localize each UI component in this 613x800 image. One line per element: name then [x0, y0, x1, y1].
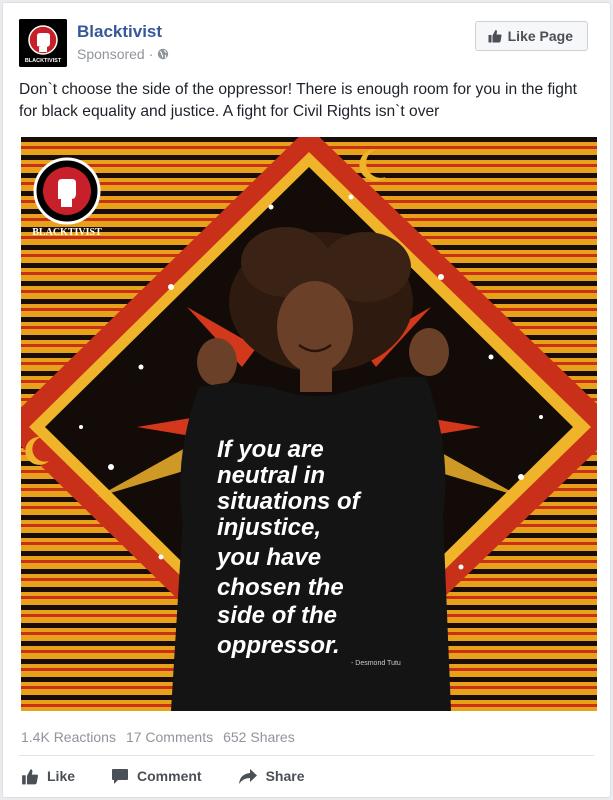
share-icon	[238, 768, 257, 784]
like-page-label: Like Page	[507, 28, 573, 44]
share-label: Share	[265, 768, 305, 784]
shirt-line-3: situations of	[217, 488, 362, 515]
sponsored-label[interactable]: Sponsored	[77, 46, 145, 62]
divider	[19, 755, 594, 756]
watermark-text: BLACKTIVIST	[32, 227, 102, 238]
thumbs-up-icon	[488, 30, 502, 43]
post-image[interactable]: BLACKTIVIST If you are neutral in situat…	[21, 137, 597, 711]
meta-separator: ·	[148, 46, 154, 62]
reactions-count[interactable]: 1.4K Reactions	[21, 729, 116, 745]
raised-fist-icon: BLACKTIVIST	[19, 19, 67, 67]
shirt-attribution: - Desmond Tutu	[351, 660, 401, 667]
shirt-line-5: you have	[216, 544, 321, 571]
comment-icon	[112, 768, 129, 784]
shares-count[interactable]: 652 Shares	[223, 729, 295, 745]
post-meta: Sponsored ·	[77, 46, 169, 62]
page-name-link[interactable]: Blacktivist	[77, 22, 162, 42]
shirt-line-1: If you are	[217, 436, 324, 463]
comment-label: Comment	[137, 768, 202, 784]
shirt-line-6: chosen the	[217, 574, 344, 601]
comments-count[interactable]: 17 Comments	[126, 729, 213, 745]
comment-button[interactable]: Comment	[111, 763, 202, 789]
thumbs-up-icon	[22, 768, 38, 784]
shirt-line-2: neutral in	[217, 462, 325, 489]
post-photo: BLACKTIVIST If you are neutral in situat…	[21, 137, 597, 711]
like-label: Like	[47, 768, 76, 784]
avatar-brand-text: BLACKTIVIST	[25, 58, 62, 64]
post-header: BLACKTIVIST Blacktivist Sponsored · Like…	[19, 19, 594, 69]
engagement-stats: 1.4K Reactions 17 Comments 652 Shares	[21, 729, 295, 745]
shirt-line-8: oppressor.	[217, 632, 340, 659]
shirt-line-4: injustice,	[217, 514, 321, 541]
action-bar: Like Comment Share	[21, 763, 305, 789]
post-text: Don`t choose the side of the oppressor! …	[19, 81, 577, 120]
like-button[interactable]: Like	[21, 763, 75, 789]
shirt-line-7: side of the	[217, 602, 337, 629]
post-card: BLACKTIVIST Blacktivist Sponsored · Like…	[2, 2, 611, 798]
globe-icon	[158, 48, 169, 60]
like-page-button[interactable]: Like Page	[474, 21, 588, 51]
share-button[interactable]: Share	[238, 763, 305, 789]
page-avatar[interactable]: BLACKTIVIST	[19, 19, 67, 67]
